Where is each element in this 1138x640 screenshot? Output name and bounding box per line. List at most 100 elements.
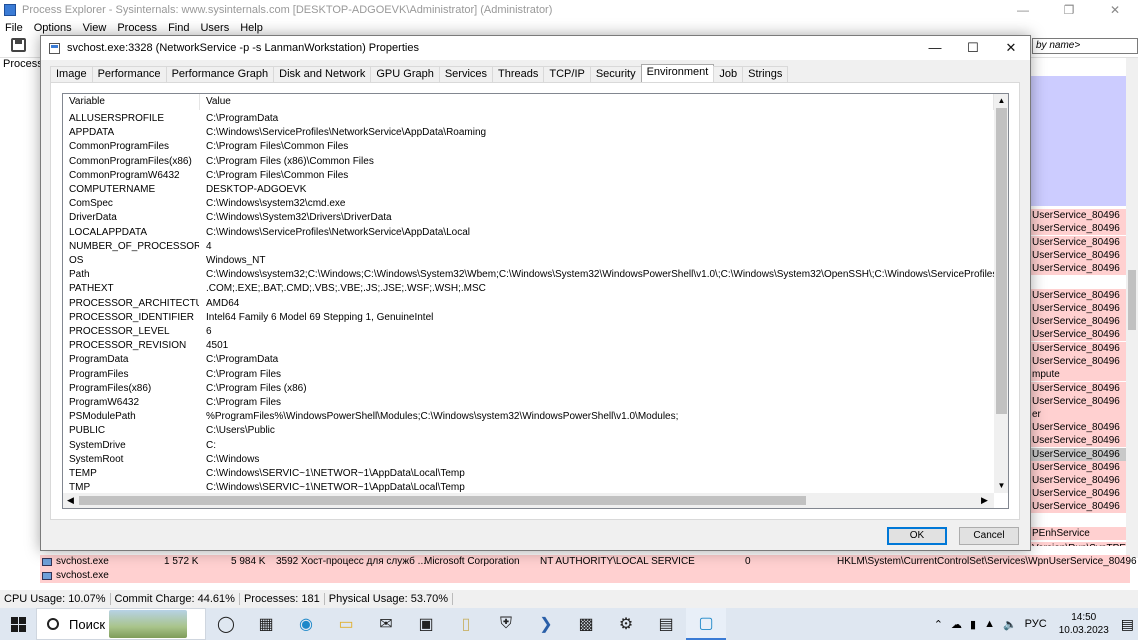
list-item[interactable]: OS Windows_NT xyxy=(63,254,994,268)
tab-threads[interactable]: Threads xyxy=(492,66,545,82)
scroll-down-icon[interactable]: ▼ xyxy=(994,479,1008,493)
menu-process[interactable]: Process xyxy=(112,22,163,34)
process-row-fragment[interactable]: UserService_80496 xyxy=(1030,395,1138,409)
process-explorer-taskbar-icon[interactable]: ▢ xyxy=(686,608,726,640)
process-row-fragment[interactable]: PEnhService xyxy=(1030,527,1138,541)
list-item[interactable]: CommonProgramFiles C:\Program Files\Commo… xyxy=(63,140,994,154)
start-button[interactable] xyxy=(0,608,36,640)
list-item[interactable]: ProgramW6432 C:\Program Files xyxy=(63,396,994,410)
tab-environment[interactable]: Environment xyxy=(640,64,715,82)
main-close-icon[interactable]: ✕ xyxy=(1092,0,1138,20)
process-row-fragment[interactable] xyxy=(1030,276,1138,290)
process-row-fragment[interactable]: mpute xyxy=(1030,368,1138,382)
menu-help[interactable]: Help xyxy=(235,22,269,34)
language-indicator[interactable]: РУС xyxy=(1021,618,1051,630)
process-row-fragment[interactable]: UserService_80496 xyxy=(1030,487,1138,501)
process-row-fragment[interactable]: UserService_80496 xyxy=(1030,461,1138,475)
list-item[interactable]: SystemDrive C: xyxy=(63,439,994,453)
list-item[interactable]: LOCALAPPDATA C:\Windows\ServiceProfiles\N… xyxy=(63,226,994,240)
mail-icon[interactable]: ✉ xyxy=(366,608,406,640)
main-maximize-icon[interactable]: ❐ xyxy=(1046,0,1092,20)
column-header-value[interactable]: Value xyxy=(200,94,994,110)
store-icon[interactable]: ▣ xyxy=(406,608,446,640)
process-row-fragment[interactable]: UserService_80496 xyxy=(1030,355,1138,369)
save-icon[interactable] xyxy=(11,38,26,52)
process-row-fragment[interactable]: UserService_80496 xyxy=(1030,421,1138,435)
tab-strings[interactable]: Strings xyxy=(742,66,789,82)
list-item[interactable]: PROCESSOR_IDENTIFIER Intel64 Family 6 Mod… xyxy=(63,311,994,325)
tab-gpu-graph[interactable]: GPU Graph xyxy=(370,66,440,82)
process-row-fragment[interactable]: UserService_80496 xyxy=(1030,474,1138,488)
file-explorer-icon[interactable]: ▭ xyxy=(326,608,366,640)
powershell-icon[interactable]: ❯ xyxy=(526,608,566,640)
list-item[interactable]: APPDATA C:\Windows\ServiceProfiles\Networ… xyxy=(63,126,994,140)
scroll-right-icon[interactable]: ▶ xyxy=(977,493,992,508)
process-row-fragment[interactable]: UserService_80496 xyxy=(1030,222,1138,236)
edge-icon[interactable]: ◉ xyxy=(286,608,326,640)
process-row-fragment[interactable]: UserService_80496 xyxy=(1030,448,1138,462)
menu-options[interactable]: Options xyxy=(29,22,78,34)
list-item[interactable]: CommonProgramW6432 C:\Program Files\Commo… xyxy=(63,169,994,183)
defender-icon[interactable]: ⛨ xyxy=(486,608,526,640)
network-icon[interactable]: ▲ xyxy=(980,618,999,630)
list-item[interactable]: ProgramFiles(x86) C:\Program Files (x86) xyxy=(63,382,994,396)
notepad-icon[interactable]: ▯ xyxy=(446,608,486,640)
list-item[interactable]: PSModulePath %ProgramFiles%\WindowsPowerS… xyxy=(63,410,994,424)
task-view-icon[interactable]: ▦ xyxy=(246,608,286,640)
process-column-header[interactable]: Process xyxy=(3,58,43,70)
menu-find[interactable]: Find xyxy=(163,22,195,34)
table-row[interactable]: svchost.exe xyxy=(40,569,1130,583)
process-row-fragment[interactable]: UserService_80496 xyxy=(1030,500,1138,514)
main-minimize-icon[interactable]: — xyxy=(1000,0,1046,20)
list-item[interactable]: ALLUSERSPROFILE C:\ProgramData xyxy=(63,112,994,126)
process-row-fragment[interactable]: UserService_80496 xyxy=(1030,249,1138,263)
cortana-icon[interactable]: ◯ xyxy=(206,608,246,640)
minimize-icon[interactable]: — xyxy=(916,36,954,60)
network-tool-icon[interactable]: ▤ xyxy=(646,608,686,640)
tab-image[interactable]: Image xyxy=(50,66,93,82)
show-hidden-icons-icon[interactable]: ⌃ xyxy=(930,618,947,631)
list-item[interactable]: Path C:\Windows\system32;C:\Windows;C:\Wi… xyxy=(63,268,994,282)
process-row-fragment[interactable]: UserService_80496 xyxy=(1030,302,1138,316)
list-item[interactable]: TEMP C:\Windows\SERVIC~1\NETWOR~1\AppData… xyxy=(63,467,994,481)
process-row-fragment[interactable]: UserService_80496 xyxy=(1030,342,1138,356)
tab-security[interactable]: Security xyxy=(589,66,642,82)
list-item[interactable]: PROCESSOR_REVISION 4501 xyxy=(63,339,994,353)
scroll-left-icon[interactable]: ◀ xyxy=(63,493,78,508)
scroll-up-icon[interactable]: ▲ xyxy=(994,94,1008,108)
menu-file[interactable]: File xyxy=(0,22,29,34)
menu-users[interactable]: Users xyxy=(195,22,235,34)
list-item[interactable]: ProgramFiles C:\Program Files xyxy=(63,368,994,382)
process-row-fragment[interactable]: UserService_80496 xyxy=(1030,236,1138,250)
close-icon[interactable]: ✕ xyxy=(992,36,1030,60)
list-item[interactable]: PROCESSOR_LEVEL 6 xyxy=(63,325,994,339)
clock[interactable]: 14:50 10.03.2023 xyxy=(1051,611,1117,637)
list-item[interactable]: SystemRoot C:\Windows xyxy=(63,453,994,467)
environment-list[interactable]: Variable Value ALLUSERSPROFILE C:\Program… xyxy=(62,93,1009,509)
process-row-fragment[interactable]: UserService_80496 xyxy=(1030,382,1138,396)
tab-tcp-ip[interactable]: TCP/IP xyxy=(543,66,591,82)
list-item[interactable]: NUMBER_OF_PROCESSORS 4 xyxy=(63,240,994,254)
list-item[interactable]: PATHEXT .COM;.EXE;.BAT;.CMD;.VBS;.VBE;.JS… xyxy=(63,282,994,296)
tab-services[interactable]: Services xyxy=(438,66,494,82)
tab-disk-and-network[interactable]: Disk and Network xyxy=(273,66,372,82)
cancel-button[interactable]: Cancel xyxy=(959,527,1019,545)
settings-gear-icon[interactable]: ⚙ xyxy=(606,608,646,640)
vertical-scroll-thumb[interactable] xyxy=(996,108,1007,414)
list-item[interactable]: ComSpec C:\Windows\system32\cmd.exe xyxy=(63,197,994,211)
process-row-fragment[interactable]: Version\Run\SynTPEnh xyxy=(1030,542,1138,546)
battery-icon[interactable]: ▮ xyxy=(966,618,980,631)
process-row-fragment[interactable]: UserService_80496 xyxy=(1030,315,1138,329)
process-row-fragment[interactable]: UserService_80496 xyxy=(1030,328,1138,342)
maximize-icon[interactable]: ☐ xyxy=(954,36,992,60)
process-row-fragment[interactable]: UserService_80496 xyxy=(1030,434,1138,448)
process-row-fragment[interactable]: UserService_80496 xyxy=(1030,209,1138,223)
tab-performance[interactable]: Performance xyxy=(91,66,167,82)
horizontal-scrollbar[interactable]: ◀ ▶ xyxy=(63,493,994,508)
list-item[interactable]: DriverData C:\Windows\System32\Drivers\Dr… xyxy=(63,211,994,225)
column-header-variable[interactable]: Variable xyxy=(63,94,200,110)
table-row[interactable]: svchost.exe 1 572 K 5 984 K 3592 Хост-пр… xyxy=(40,555,1137,569)
process-list-scroll-thumb[interactable] xyxy=(1128,270,1136,330)
ok-button[interactable]: OK xyxy=(887,527,947,545)
menu-view[interactable]: View xyxy=(78,22,113,34)
